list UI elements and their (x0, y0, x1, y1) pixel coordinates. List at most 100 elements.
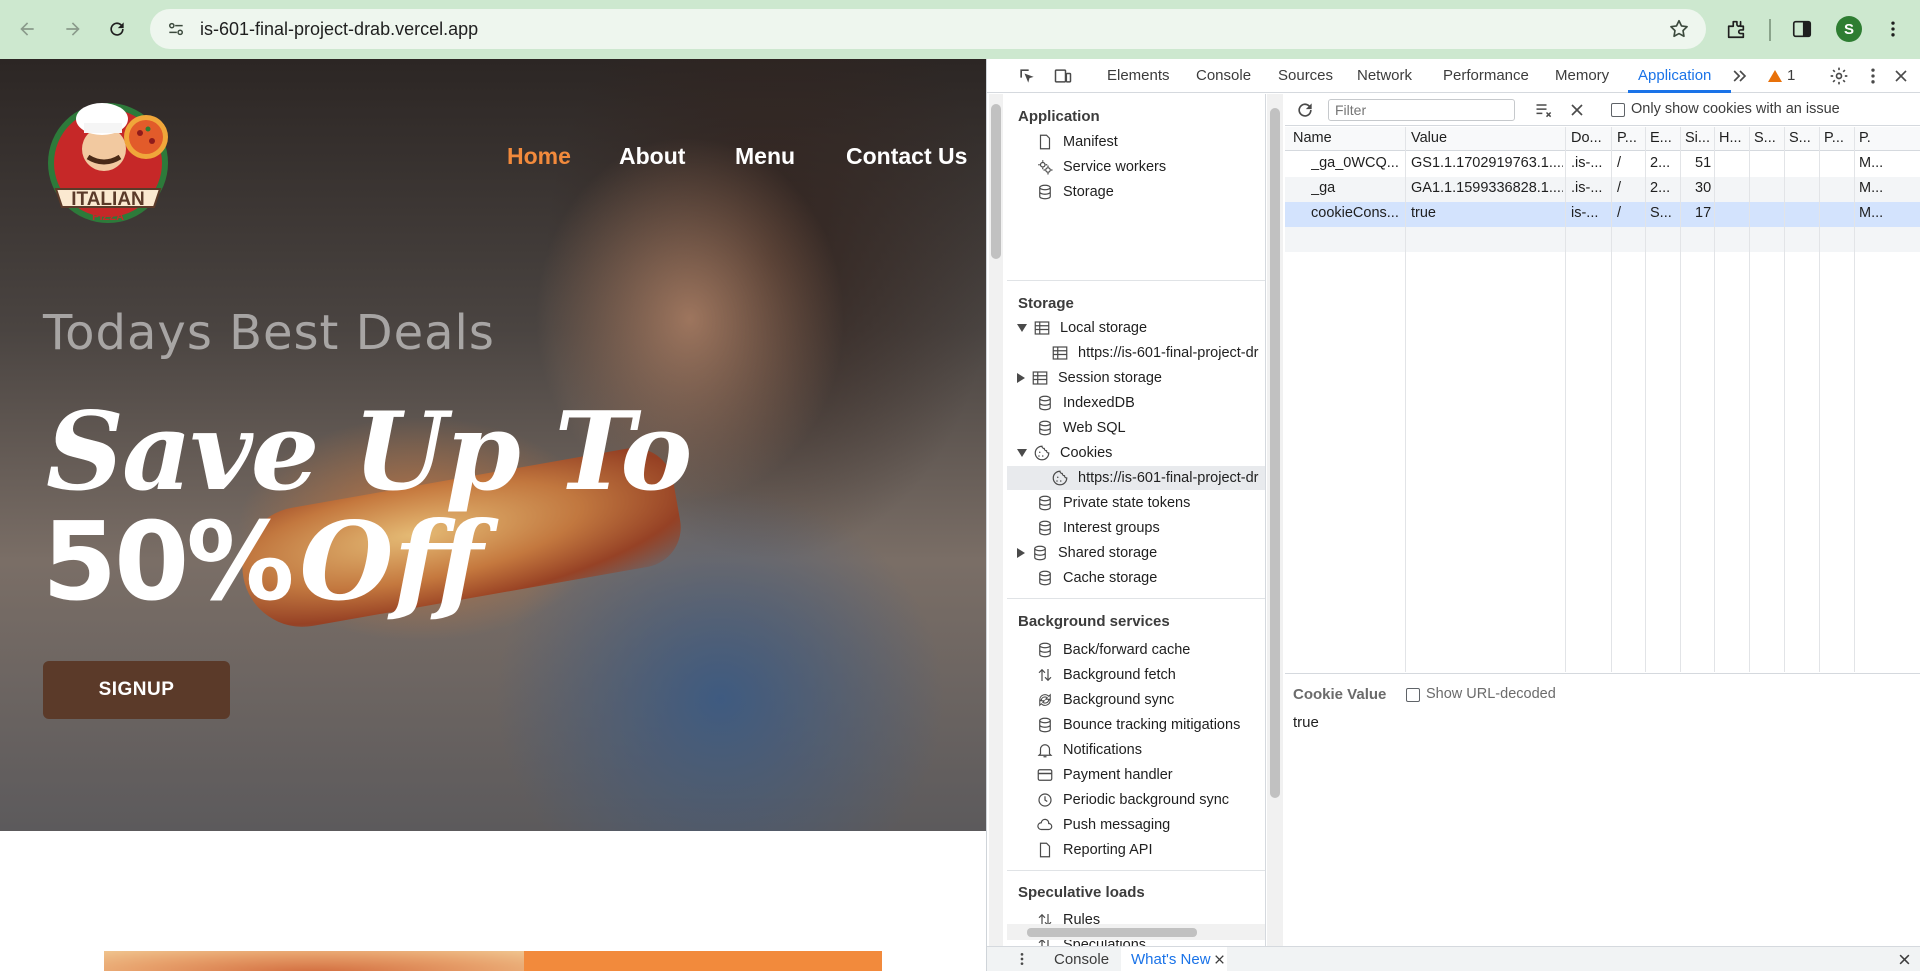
column-divider[interactable] (1680, 127, 1681, 672)
drawer-tab-whats-new[interactable]: What's New (1131, 951, 1211, 968)
expand-arrow-right-icon[interactable] (1017, 548, 1025, 558)
sidebar-hscrollbar[interactable] (1007, 924, 1265, 940)
tab-sources[interactable]: Sources (1278, 67, 1333, 84)
column-divider[interactable] (1854, 127, 1855, 672)
nav-home-link[interactable]: Home (507, 143, 571, 170)
sidebar-item-notifications[interactable]: Notifications (1036, 738, 1142, 762)
page-scrollbar[interactable] (989, 94, 1003, 946)
sidebar-item-interest-groups[interactable]: Interest groups (1036, 516, 1160, 540)
sidebar-item-shared-storage[interactable]: Shared storage (1017, 541, 1157, 565)
extensions-icon[interactable] (1720, 13, 1752, 45)
drawer-tab-console[interactable]: Console (1054, 951, 1109, 968)
column-header-secure[interactable]: S... (1754, 130, 1776, 146)
sidebar-item-periodic-background-sync[interactable]: Periodic background sync (1036, 788, 1229, 812)
clear-filtered-cookies-icon[interactable] (1534, 100, 1554, 120)
column-header-expires[interactable]: E... (1650, 130, 1672, 146)
warnings-badge[interactable]: 1 (1768, 67, 1795, 84)
page-scrollbar-thumb[interactable] (991, 104, 1001, 259)
sidebar-item-session-storage[interactable]: Session storage (1017, 366, 1162, 390)
inspect-element-icon[interactable] (1017, 66, 1037, 86)
sidebar-item-indexeddb[interactable]: IndexedDB (1036, 391, 1135, 415)
sidebar-item-bounce-tracking[interactable]: Bounce tracking mitigations (1036, 713, 1240, 737)
column-header-domain[interactable]: Do... (1571, 130, 1602, 146)
more-tabs-chevron-icon[interactable] (1730, 66, 1750, 86)
side-panel-icon[interactable] (1786, 13, 1818, 45)
expand-arrow-right-icon[interactable] (1017, 373, 1025, 383)
sidebar-item-service-workers[interactable]: Service workers (1036, 155, 1166, 179)
tab-memory[interactable]: Memory (1555, 67, 1609, 84)
nav-contact-link[interactable]: Contact Us (846, 143, 967, 170)
only-issues-checkbox[interactable] (1611, 103, 1625, 117)
nav-menu-link[interactable]: Menu (735, 143, 795, 170)
column-divider[interactable] (1405, 127, 1406, 672)
tab-console[interactable]: Console (1196, 67, 1251, 84)
column-header-name[interactable]: Name (1293, 130, 1332, 146)
cookie-filter-input[interactable] (1328, 99, 1515, 121)
close-drawer-icon[interactable] (1897, 952, 1912, 967)
sidebar-item-push-messaging[interactable]: Push messaging (1036, 813, 1170, 837)
nav-about-link[interactable]: About (619, 143, 685, 170)
sidebar-item-back-forward-cache[interactable]: Back/forward cache (1036, 638, 1190, 662)
sidebar-item-storage-overview[interactable]: Storage (1036, 180, 1114, 204)
column-header-value[interactable]: Value (1411, 130, 1447, 146)
sidebar-item-reporting-api[interactable]: Reporting API (1036, 838, 1152, 862)
delete-selected-cookie-icon[interactable] (1567, 100, 1587, 120)
column-divider[interactable] (1819, 127, 1820, 672)
refresh-icon[interactable] (1295, 100, 1315, 120)
expand-arrow-down-icon[interactable] (1017, 324, 1027, 332)
sidebar-item-websql[interactable]: Web SQL (1036, 416, 1126, 440)
column-divider[interactable] (1565, 127, 1566, 672)
column-divider[interactable] (1784, 127, 1785, 672)
show-url-decoded-checkbox[interactable] (1406, 688, 1420, 702)
sidebar-item-cookies[interactable]: Cookies (1017, 441, 1112, 465)
table-row[interactable]: _ga_0WCQ... GS1.1.1702919763.1.... .is-.… (1285, 152, 1920, 177)
tab-performance[interactable]: Performance (1443, 67, 1529, 84)
column-divider[interactable] (1714, 127, 1715, 672)
sidebar-vscrollbar-thumb[interactable] (1270, 108, 1280, 798)
table-row-selected[interactable]: cookieCons... true is-... / S... 17 M... (1285, 202, 1920, 227)
devtools-menu-kebab-icon[interactable] (1863, 66, 1883, 86)
sidebar-hscrollbar-thumb[interactable] (1027, 928, 1197, 937)
sidebar-item-cookies-origin[interactable]: https://is-601-final-project-dr (1007, 466, 1265, 490)
column-divider[interactable] (1645, 127, 1646, 672)
column-header-priority[interactable]: P. (1859, 130, 1871, 146)
bookmark-star-icon[interactable] (1668, 18, 1690, 40)
column-header-partition[interactable]: P... (1824, 130, 1844, 146)
address-bar[interactable]: is-601-final-project-drab.vercel.app (150, 9, 1706, 49)
settings-gear-icon[interactable] (1829, 66, 1849, 86)
signup-button[interactable]: SIGNUP (43, 661, 230, 719)
italian-pizza-logo[interactable]: ITALIAN PIZZA (42, 93, 180, 225)
cookie-value-text[interactable]: true (1293, 714, 1319, 731)
back-icon[interactable] (10, 12, 44, 46)
sidebar-item-background-fetch[interactable]: Background fetch (1036, 663, 1176, 687)
sidebar-item-manifest[interactable]: Manifest (1036, 130, 1118, 154)
tab-application[interactable]: Application (1638, 67, 1711, 84)
column-divider[interactable] (1749, 127, 1750, 672)
menu-kebab-icon[interactable] (1877, 13, 1909, 45)
drawer-menu-kebab-icon[interactable] (1014, 951, 1030, 967)
sidebar-item-payment-handler[interactable]: Payment handler (1036, 763, 1173, 787)
sidebar-vscrollbar[interactable] (1267, 94, 1283, 946)
column-divider[interactable] (1611, 127, 1612, 672)
column-header-samesite[interactable]: S... (1789, 130, 1811, 146)
sidebar-item-local-storage-origin[interactable]: https://is-601-final-project-dr (1051, 341, 1259, 365)
site-settings-icon[interactable] (166, 19, 186, 39)
tab-network[interactable]: Network (1357, 67, 1412, 84)
table-row[interactable]: _ga GA1.1.1599336828.1.... .is-... / 2..… (1285, 177, 1920, 202)
expand-arrow-down-icon[interactable] (1017, 449, 1027, 457)
url-text[interactable]: is-601-final-project-drab.vercel.app (200, 19, 478, 40)
tab-elements[interactable]: Elements (1107, 67, 1170, 84)
forward-icon[interactable] (56, 12, 90, 46)
column-header-httponly[interactable]: H... (1719, 130, 1742, 146)
sidebar-item-local-storage[interactable]: Local storage (1017, 316, 1147, 340)
column-header-path[interactable]: P... (1617, 130, 1637, 146)
column-header-size[interactable]: Si... (1685, 130, 1710, 146)
close-devtools-icon[interactable] (1891, 66, 1911, 86)
sidebar-item-cache-storage[interactable]: Cache storage (1036, 566, 1157, 590)
sidebar-item-background-sync[interactable]: Background sync (1036, 688, 1174, 712)
avatar[interactable]: S (1836, 16, 1862, 42)
sidebar-item-private-state-tokens[interactable]: Private state tokens (1036, 491, 1190, 515)
device-toolbar-icon[interactable] (1053, 66, 1073, 86)
reload-icon[interactable] (100, 12, 134, 46)
close-drawer-tab-icon[interactable] (1213, 953, 1226, 966)
